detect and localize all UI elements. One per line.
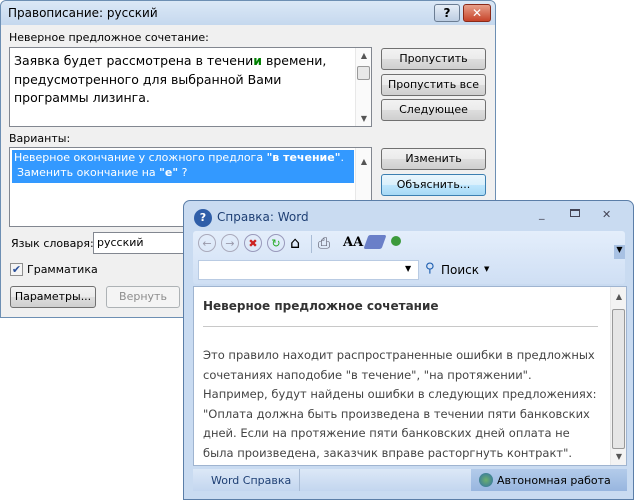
suggestion-period: .	[340, 151, 344, 164]
suggestion-text-2: Заменить окончание на	[17, 166, 160, 179]
help-heading: Неверное предложное сочетание	[203, 299, 439, 313]
scroll-thumb[interactable]	[357, 66, 370, 80]
minimize-button[interactable]: _	[539, 207, 545, 220]
refresh-icon[interactable]: ↻	[267, 234, 285, 252]
search-button[interactable]: Поиск	[441, 263, 479, 277]
scroll-up-icon[interactable]: ▲	[611, 292, 627, 301]
error-label: Неверное предложное сочетание:	[9, 31, 209, 44]
suggestion-bold-2: "е"	[159, 166, 179, 179]
sentence-box[interactable]: Заявка будет рассмотрена в течении време…	[9, 47, 372, 127]
undo-button: Вернуть	[106, 286, 180, 308]
scroll-down-icon[interactable]: ▼	[356, 114, 372, 123]
pin-icon[interactable]	[391, 236, 401, 246]
dictionary-select[interactable]: русский	[93, 232, 193, 254]
status-bar: Word Справка Автономная работа	[193, 469, 627, 491]
dialog-title-bar: Правописание: русский ? ✕	[1, 1, 495, 25]
grammar-label: Грамматика	[27, 263, 98, 276]
sentence-scrollbar[interactable]: ▲ ▼	[355, 48, 371, 126]
heading-rule	[203, 326, 598, 327]
toolbar-overflow-icon[interactable]: ▼	[614, 245, 625, 259]
toolbar-separator	[311, 235, 312, 253]
dictionary-label: Язык словаря:	[11, 237, 94, 250]
close-button[interactable]: ✕	[602, 208, 611, 221]
search-dropdown-icon[interactable]: ▼	[405, 264, 411, 273]
home-icon[interactable]: ⌂	[290, 233, 300, 252]
offline-status[interactable]: Автономная работа	[471, 469, 627, 491]
dialog-title: Правописание: русский	[8, 6, 158, 20]
help-window: ? Справка: Word _ ✕ ← → ✖ ↻ ⌂ ⎙ AA ▼ ▼ ⚲…	[183, 200, 634, 500]
change-button[interactable]: Изменить	[381, 148, 486, 170]
close-button[interactable]: ✕	[463, 4, 491, 22]
toolbar: ← → ✖ ↻ ⌂ ⎙ AA ▼ ▼ ⚲ Поиск ▼	[193, 231, 625, 284]
forward-icon[interactable]: →	[221, 234, 239, 252]
skip-all-button[interactable]: Пропустить все	[381, 74, 486, 96]
scroll-up-icon[interactable]: ▲	[356, 51, 372, 60]
grammar-checkbox[interactable]: ✔	[10, 263, 23, 276]
options-button[interactable]: Параметры...	[10, 286, 96, 308]
maximize-button[interactable]	[570, 209, 580, 217]
scroll-thumb[interactable]	[612, 309, 625, 449]
help-scrollbar[interactable]: ▲ ▼	[610, 287, 626, 465]
skip-button[interactable]: Пропустить	[381, 48, 486, 70]
suggestion-bold: "в течение"	[266, 151, 341, 164]
search-input[interactable]	[198, 260, 419, 280]
search-icon[interactable]: ⚲	[425, 261, 435, 276]
scroll-down-icon[interactable]: ▼	[611, 452, 627, 461]
search-options-icon[interactable]: ▼	[484, 265, 489, 273]
error-highlight: и	[253, 53, 263, 68]
help-title: Справка: Word	[217, 210, 309, 224]
offline-label: Автономная работа	[497, 474, 611, 487]
scroll-up-icon[interactable]: ▲	[356, 157, 372, 166]
book-icon[interactable]	[363, 235, 387, 249]
explain-button[interactable]: Объяснить...	[381, 174, 486, 196]
help-body: Это правило находит распространенные оши…	[203, 348, 597, 460]
sentence-text: Заявка будет рассмотрена в течени	[14, 53, 254, 68]
help-icon: ?	[194, 209, 212, 227]
help-button[interactable]: ?	[434, 4, 460, 22]
back-icon[interactable]: ←	[198, 234, 216, 252]
help-content: Неверное предложное сочетание Это правил…	[193, 286, 627, 466]
suggestion-item[interactable]: Неверное окончание у сложного предлога "…	[12, 150, 354, 183]
font-size-icon[interactable]: AA	[343, 235, 363, 250]
suggestion-text: Неверное окончание у сложного предлога	[14, 151, 267, 164]
offline-globe-icon	[479, 473, 493, 487]
status-separator	[299, 469, 300, 491]
suggestion-question: ?	[178, 166, 188, 179]
print-icon[interactable]: ⎙	[318, 234, 330, 252]
status-word-help[interactable]: Word Справка	[211, 474, 291, 487]
stop-icon[interactable]: ✖	[244, 234, 262, 252]
suggestions-label: Варианты:	[9, 132, 71, 145]
next-button[interactable]: Следующее	[381, 99, 486, 121]
